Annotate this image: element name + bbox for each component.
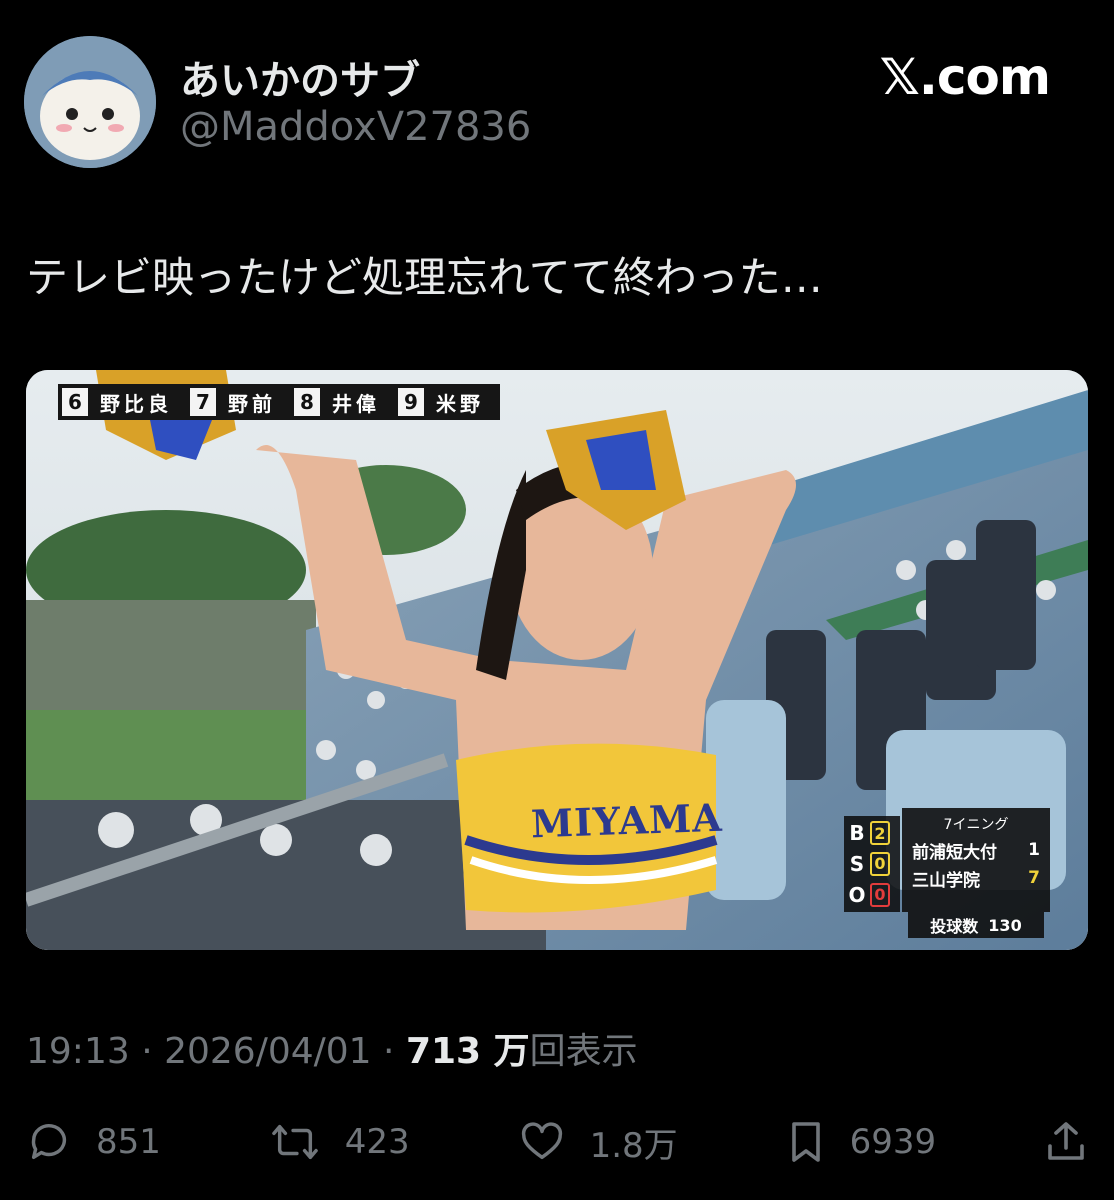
scoreboard: B2 S0 O0 7イニング 前浦短大付 1 三山学院 7 投球数 130	[844, 808, 1050, 938]
team-name: 前浦短大付	[912, 842, 997, 863]
action-bar: 851 423 1.8万 6939	[26, 1112, 1088, 1172]
share-icon	[1048, 1122, 1084, 1160]
reply-count: 851	[96, 1122, 161, 1162]
lineup-name: 米野	[436, 391, 484, 416]
tweet-text: テレビ映ったけど処理忘れてて終わった…	[26, 253, 823, 302]
reply-icon	[31, 1124, 67, 1160]
like-count: 1.8万	[589, 1125, 678, 1166]
team-name: 三山学院	[912, 870, 980, 891]
team-row-away: 前浦短大付 1	[902, 836, 1050, 864]
out-label: O	[848, 882, 866, 907]
post-time[interactable]: 19:13	[26, 1031, 130, 1072]
lineup-number: 6	[62, 388, 88, 416]
bookmark-button[interactable]: 6939	[786, 1118, 937, 1166]
out-count: 0	[870, 882, 890, 907]
meta-separator: ·	[371, 1031, 406, 1072]
inning-label: 7イニング	[943, 817, 1009, 833]
bookmark-count: 6939	[849, 1122, 937, 1162]
repost-button[interactable]: 423	[269, 1119, 410, 1165]
lineup-name: 井偉	[332, 391, 380, 416]
x-logo: 𝕏.com	[879, 48, 1051, 106]
lineup-name: 野比良	[100, 391, 172, 416]
team-score: 7	[1028, 868, 1040, 888]
team-row-home: 三山学院 7	[902, 864, 1050, 892]
lineup-name: 野前	[228, 391, 276, 416]
ball-label: B	[849, 821, 865, 846]
display-name[interactable]: あいかのサブ	[180, 48, 420, 106]
lineup-number: 7	[190, 388, 216, 416]
repost-icon	[271, 1124, 318, 1160]
lineup-slot: 6 野比良	[62, 387, 184, 417]
view-count: 713 万	[405, 1031, 530, 1072]
pitch-count-label: 投球数	[930, 917, 979, 936]
team-score: 1	[1028, 840, 1040, 860]
avatar[interactable]	[24, 36, 156, 168]
score-panel: 7イニング 前浦短大付 1 三山学院 7	[902, 808, 1050, 912]
user-handle[interactable]: @MaddoxV27836	[180, 104, 531, 150]
bso-counter: B2 S0 O0	[844, 816, 900, 912]
ball-count: 2	[870, 821, 890, 846]
post-date[interactable]: 2026/04/01	[164, 1031, 372, 1072]
lineup-slot: 7 野前	[190, 387, 288, 417]
pitch-count-value: 130	[988, 915, 1022, 935]
tweet-media[interactable]: 6 野比良 7 野前 8 井偉 9 米野 MIYAMA B2 S0 O0 7イニ…	[26, 370, 1088, 950]
reply-button[interactable]: 851	[26, 1119, 161, 1165]
view-count-label: 回表示	[529, 1031, 638, 1072]
lineup-number: 9	[398, 388, 424, 416]
repost-count: 423	[344, 1122, 410, 1162]
heart-icon	[521, 1122, 562, 1160]
tweet-meta: 19:13 · 2026/04/01 · 713 万回表示	[26, 1022, 638, 1074]
lineup-number: 8	[294, 388, 320, 416]
lineup-slot: 8 井偉	[294, 387, 392, 417]
uniform-text: MIYAMA	[530, 794, 724, 847]
bookmark-icon	[791, 1122, 820, 1162]
like-button[interactable]: 1.8万	[518, 1118, 678, 1167]
lineup-bar: 6 野比良 7 野前 8 井偉 9 米野	[58, 384, 500, 420]
strike-label: S	[849, 851, 865, 876]
pitch-count-box: 投球数 130	[908, 912, 1044, 938]
avatar-image	[24, 36, 156, 168]
share-button[interactable]	[1044, 1118, 1088, 1166]
strike-count: 0	[870, 851, 890, 876]
lineup-slot: 9 米野	[398, 387, 496, 417]
meta-separator: ·	[129, 1031, 165, 1072]
